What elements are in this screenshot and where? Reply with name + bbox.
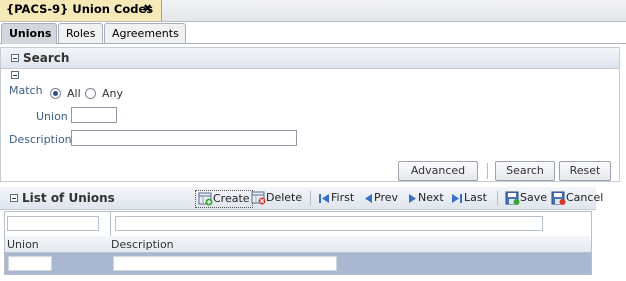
search-panel-title: Search bbox=[23, 51, 70, 65]
collapse-list-icon[interactable] bbox=[10, 194, 18, 202]
match-all-label: All bbox=[67, 87, 81, 100]
create-icon bbox=[198, 192, 213, 206]
close-icon[interactable]: ✖ bbox=[143, 2, 152, 15]
match-any-label: Any bbox=[102, 87, 124, 100]
next-icon bbox=[409, 193, 416, 203]
tab-roles[interactable]: Roles bbox=[58, 23, 103, 43]
tab-roles-label: Roles bbox=[66, 27, 96, 40]
search-panel-header: Search bbox=[1, 48, 619, 69]
description-label: Description bbox=[9, 133, 72, 146]
prev-icon bbox=[365, 193, 372, 203]
next-button[interactable]: Next bbox=[407, 190, 444, 206]
tab-unions-label: Unions bbox=[9, 27, 52, 40]
filter-row bbox=[5, 212, 591, 237]
search-button[interactable]: Search bbox=[495, 161, 555, 181]
search-panel: Search Match All Any Union Description A… bbox=[0, 47, 620, 182]
description-cell-input[interactable] bbox=[113, 256, 337, 271]
reset-button[interactable]: Reset bbox=[559, 161, 611, 181]
table-row[interactable] bbox=[5, 253, 591, 274]
unions-table: Union Description bbox=[4, 211, 592, 275]
last-icon bbox=[452, 193, 462, 203]
union-label: Union bbox=[36, 110, 68, 123]
column-header-row: Union Description bbox=[5, 236, 591, 253]
union-input[interactable] bbox=[71, 107, 117, 123]
last-label: Last bbox=[464, 191, 487, 204]
list-panel-header: List of Unions Create Delete First Prev … bbox=[0, 187, 603, 210]
advanced-button[interactable]: Advanced bbox=[398, 161, 478, 181]
match-all-radio[interactable] bbox=[50, 88, 61, 99]
toolbar-separator bbox=[310, 191, 311, 205]
match-label: Match bbox=[9, 84, 43, 97]
button-separator bbox=[487, 163, 488, 179]
cancel-icon bbox=[551, 191, 566, 205]
match-any-radio[interactable] bbox=[85, 88, 96, 99]
collapse-search-icon[interactable] bbox=[11, 54, 19, 62]
list-panel-title: List of Unions bbox=[22, 191, 115, 205]
delete-label: Delete bbox=[266, 191, 303, 204]
cancel-label: Cancel bbox=[566, 191, 604, 204]
toolbar-separator bbox=[497, 191, 498, 205]
next-label: Next bbox=[418, 191, 444, 204]
column-header-description[interactable]: Description bbox=[111, 238, 174, 251]
description-input[interactable] bbox=[71, 130, 297, 146]
delete-icon bbox=[251, 191, 266, 205]
create-button[interactable]: Create bbox=[195, 190, 253, 208]
collapse-criteria-icon[interactable] bbox=[11, 71, 19, 79]
create-label: Create bbox=[213, 192, 250, 205]
prev-label: Prev bbox=[374, 191, 398, 204]
prev-button[interactable]: Prev bbox=[363, 190, 398, 206]
last-button[interactable]: Last bbox=[451, 190, 487, 206]
first-button[interactable]: First bbox=[318, 190, 354, 206]
save-icon bbox=[505, 191, 520, 205]
document-tab-title: {PACS-9} Union Codes bbox=[6, 2, 154, 16]
first-icon bbox=[319, 193, 329, 203]
union-cell-input[interactable] bbox=[8, 256, 52, 271]
delete-button[interactable]: Delete bbox=[251, 190, 302, 206]
union-filter-input[interactable] bbox=[7, 216, 99, 231]
document-tab-strip: {PACS-9} Union Codes ✖ bbox=[0, 0, 626, 22]
document-tab-union-codes[interactable]: {PACS-9} Union Codes ✖ bbox=[0, 0, 162, 21]
save-label: Save bbox=[520, 191, 548, 204]
cancel-button[interactable]: Cancel bbox=[551, 190, 603, 206]
description-filter-input[interactable] bbox=[115, 216, 543, 231]
tab-unions[interactable]: Unions bbox=[1, 23, 57, 44]
column-header-union[interactable]: Union bbox=[7, 238, 39, 251]
tab-agreements[interactable]: Agreements bbox=[104, 23, 186, 43]
first-label: First bbox=[331, 191, 355, 204]
tab-baseline bbox=[0, 43, 626, 44]
sub-tab-bar: Unions Roles Agreements bbox=[0, 22, 626, 44]
list-panel: List of Unions Create Delete First Prev … bbox=[0, 187, 603, 275]
save-button[interactable]: Save bbox=[505, 190, 547, 206]
tab-agreements-label: Agreements bbox=[112, 27, 179, 40]
